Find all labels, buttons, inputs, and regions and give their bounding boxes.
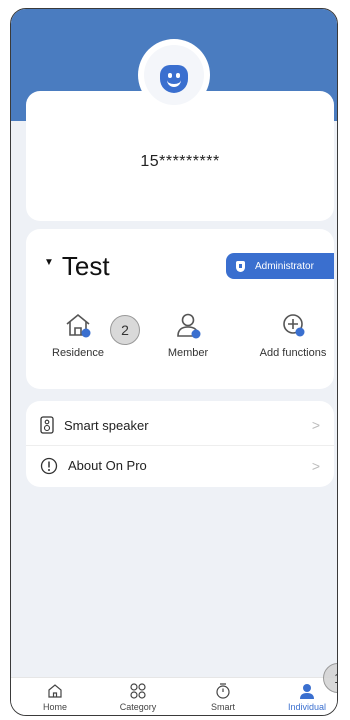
avatar[interactable] — [138, 39, 210, 111]
mascot-icon — [160, 65, 188, 93]
home-icon — [48, 684, 62, 698]
add-functions-button[interactable]: Add functions — [254, 311, 332, 359]
avatar-background — [144, 45, 204, 105]
tab-smart-label: Smart — [210, 702, 235, 712]
list-item-about[interactable]: About On Pro > — [26, 445, 334, 485]
annotation-2: 2 — [110, 315, 140, 345]
tab-bar: Home Category Smart Individual — [11, 677, 337, 715]
tab-smart[interactable]: Smart — [193, 682, 253, 712]
add-circle-icon — [283, 314, 305, 337]
phone-number: 15********* — [140, 153, 220, 170]
tab-category-label: Category — [119, 702, 157, 712]
shield-icon — [236, 260, 245, 272]
house-icon — [66, 313, 91, 338]
settings-list: Smart speaker > About On Pro > — [26, 401, 334, 487]
chevron-right-icon: > — [311, 457, 320, 474]
person-icon — [177, 313, 201, 339]
list-item-smart-speaker[interactable]: Smart speaker > — [26, 405, 334, 445]
member-button[interactable]: Member — [158, 311, 218, 359]
home-name: Test — [61, 251, 110, 281]
tab-individual-label: Individual — [287, 702, 327, 712]
home-card: ▼ Test Administrator Residence Member Ad… — [26, 229, 334, 389]
tab-home-label: Home — [42, 702, 67, 712]
member-label: Member — [167, 347, 209, 359]
administrator-badge: Administrator — [226, 253, 334, 279]
smart-speaker-label: Smart speaker — [64, 417, 149, 433]
add-functions-label: Add functions — [259, 347, 327, 359]
chevron-right-icon: > — [311, 417, 320, 433]
administrator-label: Administrator — [255, 260, 314, 272]
residence-button[interactable]: Residence — [48, 311, 108, 359]
caret-icon: ▼ — [44, 256, 54, 268]
phone-frame: 15********* ▼ Test Administrator Residenc… — [10, 8, 338, 716]
tab-home[interactable]: Home — [25, 682, 85, 712]
person-filled-icon — [300, 684, 314, 699]
info-icon — [40, 457, 58, 474]
residence-label: Residence — [52, 347, 104, 359]
timer-icon — [216, 683, 230, 699]
about-label: About On Pro — [68, 458, 147, 473]
category-icon — [130, 683, 146, 699]
tab-category[interactable]: Category — [108, 682, 168, 712]
speaker-icon — [40, 416, 54, 434]
profile-card: 15********* — [26, 91, 334, 221]
home-selector[interactable]: ▼ Test — [44, 251, 110, 282]
